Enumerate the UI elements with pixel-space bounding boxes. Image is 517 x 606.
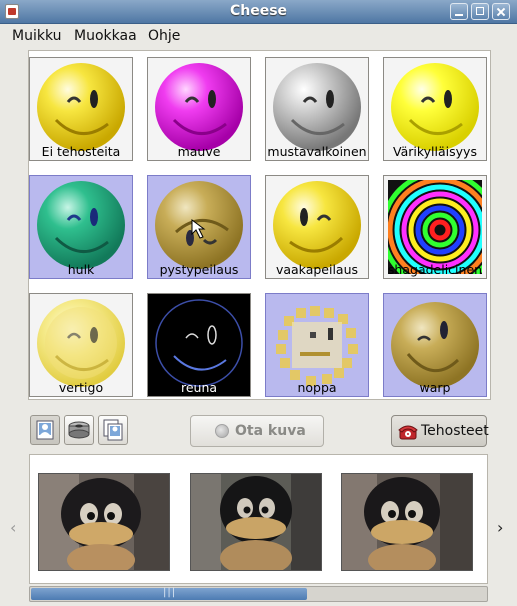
smiley-icon — [37, 181, 125, 269]
burst-mode-button[interactable] — [98, 415, 128, 445]
smiley-dice-icon — [276, 306, 358, 386]
take-photo-button[interactable]: Ota kuva — [190, 415, 324, 447]
smiley-icon — [273, 63, 361, 151]
video-mode-icon — [68, 421, 90, 439]
effect-shagadelic[interactable]: shagadelicinen — [383, 175, 487, 279]
chevron-right-icon[interactable]: › — [497, 518, 503, 537]
smiley-icon — [391, 302, 479, 388]
effect-vaakapeilaus[interactable]: vaakapeilaus — [265, 175, 369, 279]
effect-warp[interactable]: warp — [383, 293, 487, 397]
gallery-scrollbar[interactable]: ||| — [29, 586, 488, 602]
effect-label: shagadelicinen — [387, 262, 483, 277]
gallery-photo[interactable] — [190, 473, 322, 571]
scrollbar-grip: ||| — [163, 587, 177, 598]
camera-dot-icon — [215, 424, 229, 438]
effect-label: Värikylläisyys — [393, 144, 477, 159]
smiley-icon — [155, 63, 243, 151]
burst-mode-icon — [103, 419, 123, 441]
penguin-photo — [342, 474, 472, 570]
gallery-photo[interactable] — [38, 473, 170, 571]
effect-label: mustavalkoinen — [267, 144, 367, 159]
smiley-icon — [391, 63, 479, 151]
effect-label: hulk — [67, 262, 95, 277]
penguin-photo — [39, 474, 169, 570]
menu-muikku[interactable]: Muikku — [12, 28, 62, 44]
maximize-button[interactable] — [471, 3, 489, 20]
effects-grid: Ei tehosteita mauve mustavalkoinen Värik… — [28, 50, 491, 400]
psychedelic-pattern — [388, 180, 482, 274]
effect-label: pystypeilaus — [159, 262, 239, 277]
smiley-icon — [37, 299, 125, 387]
scrollbar-thumb[interactable]: ||| — [31, 587, 307, 600]
window-title: Cheese — [229, 3, 288, 19]
effect-none[interactable]: Ei tehosteita — [29, 57, 133, 161]
effect-noppa[interactable]: noppa — [265, 293, 369, 397]
effect-mauve[interactable]: mauve — [147, 57, 251, 161]
effects-label: Tehosteet — [421, 423, 489, 439]
effect-reuna[interactable]: reuna — [147, 293, 251, 397]
minimize-button[interactable] — [450, 3, 468, 20]
effect-mustavalkoinen[interactable]: mustavalkoinen — [265, 57, 369, 161]
effect-label: mauve — [177, 144, 221, 159]
menu-ohje[interactable]: Ohje — [148, 28, 180, 44]
take-photo-label: Ota kuva — [235, 423, 306, 439]
effect-pystypeilaus[interactable]: pystypeilaus — [147, 175, 251, 279]
effect-vertigo[interactable]: vertigo — [29, 293, 133, 397]
close-button[interactable] — [492, 3, 510, 20]
photo-gallery — [29, 454, 488, 584]
smiley-icon — [155, 181, 243, 269]
penguin-photo — [191, 474, 321, 570]
chevron-left-icon[interactable]: ‹ — [10, 518, 16, 537]
photo-mode-icon — [36, 420, 54, 440]
smiley-icon — [273, 181, 361, 269]
smiley-edge-icon — [152, 298, 246, 392]
video-mode-button[interactable] — [64, 415, 94, 445]
title-bar: Cheese — [0, 0, 517, 24]
effect-label: vaakapeilaus — [275, 262, 359, 277]
menu-bar: Muikku Muokkaa Ohje — [0, 24, 517, 48]
smiley-icon — [37, 63, 125, 151]
menu-muokkaa[interactable]: Muokkaa — [74, 28, 137, 44]
effect-hulk[interactable]: hulk — [29, 175, 133, 279]
photo-mode-button[interactable] — [30, 415, 60, 445]
effect-label: noppa — [297, 380, 337, 395]
effects-toggle-button[interactable]: Tehosteet — [391, 415, 489, 447]
effect-varikyllaisyys[interactable]: Värikylläisyys — [383, 57, 487, 161]
effect-label: Ei tehosteita — [41, 144, 121, 159]
gallery-photo[interactable] — [341, 473, 473, 571]
telephone-icon — [398, 425, 418, 440]
effect-label: warp — [419, 380, 451, 395]
effect-label: reuna — [180, 380, 218, 395]
effect-label: vertigo — [58, 380, 104, 395]
